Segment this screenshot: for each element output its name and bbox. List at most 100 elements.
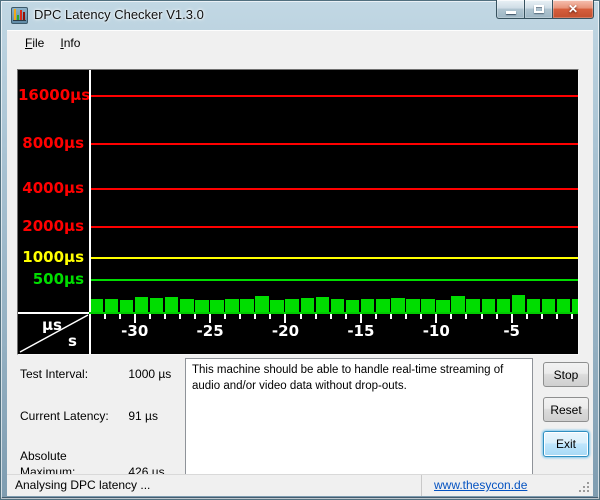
x-axis-tick-label: -30 [121,322,148,340]
plot-area [91,70,578,312]
info-row-absolute-maximum: Absolute Maximum: 426 µs [20,448,165,464]
icon-bar-red [20,10,22,20]
x-axis-tick-label: -15 [347,322,374,340]
x-minor-tick [526,314,528,319]
menu-info[interactable]: Info [52,33,88,53]
minimize-icon [506,11,516,14]
icon-bar-orange [14,9,16,20]
titlebar[interactable]: DPC Latency Checker V1.3.0 ✕ [0,0,600,30]
x-minor-tick [450,314,452,319]
stop-button[interactable]: Stop [543,362,589,387]
icon-bar-darkred [23,12,25,20]
latency-bar [210,300,224,312]
y-gridline [91,257,578,259]
x-minor-tick [330,314,332,319]
minimize-button[interactable] [496,0,525,19]
close-button[interactable]: ✕ [553,0,594,19]
latency-bar [165,297,179,312]
latency-bar [376,299,390,312]
current-latency-value: 91 µs [128,409,158,423]
latency-bar [391,298,405,312]
y-gridline [91,226,578,228]
x-minor-tick [315,314,317,319]
status-link-panel: www.thesycon.de [421,475,527,496]
thesycon-link[interactable]: www.thesycon.de [434,478,527,492]
app-window: DPC Latency Checker V1.3.0 ✕ File Info 1… [0,0,600,500]
x-minor-tick [571,314,573,319]
latency-bar [542,299,556,312]
latency-bar [331,299,345,312]
y-gridline [91,95,578,97]
latency-bar [135,297,149,312]
info-row-test-interval: Test Interval: 1000 µs [20,366,171,382]
x-axis-tick-label: -5 [503,322,520,340]
x-minor-tick [179,314,181,319]
x-minor-tick [465,314,467,319]
latency-bar [406,299,420,312]
x-minor-tick [541,314,543,319]
maximize-button[interactable] [525,0,553,19]
y-gridline [91,188,578,190]
latency-bar [557,299,571,312]
x-minor-tick [104,314,106,319]
latency-bar [255,296,269,312]
y-axis-tick-label: 500µs [18,270,84,288]
current-latency-label: Current Latency: [20,408,125,424]
x-axis-baseline [89,312,578,314]
test-interval-label: Test Interval: [20,366,125,382]
x-minor-tick [345,314,347,319]
reset-button[interactable]: Reset [543,397,589,422]
x-minor-tick [254,314,256,319]
x-minor-tick [119,314,121,319]
x-unit-label: s [68,332,77,350]
x-minor-tick [420,314,422,319]
app-icon [11,7,28,24]
menu-bar: File Info [7,32,593,54]
latency-bar [150,298,164,312]
latency-bar [482,299,496,312]
info-row-current-latency: Current Latency: 91 µs [20,408,158,424]
result-textbox[interactable]: This machine should be able to handle re… [185,358,533,475]
client-area: File Info 16000µs8000µs4000µs2000µs1000µ… [7,30,593,495]
latency-bar [285,299,299,312]
status-text: Analysing DPC latency ... [15,475,150,496]
resize-grip-icon[interactable] [577,480,589,492]
latency-bar [270,300,284,312]
latency-bar [346,300,360,312]
y-gridline [91,279,578,281]
x-axis-tick-label: -25 [197,322,224,340]
y-gridline [91,143,578,145]
x-minor-tick [481,314,483,319]
latency-bar [120,300,134,312]
close-icon: ✕ [568,1,578,18]
x-minor-tick [390,314,392,319]
latency-bar [225,299,239,312]
latency-bar [361,299,375,312]
menu-file[interactable]: File [17,33,52,53]
latency-bar [451,296,465,312]
latency-bar [497,299,511,312]
x-axis-tick-label: -10 [423,322,450,340]
latency-bar [527,299,541,312]
x-minor-tick [556,314,558,319]
x-minor-tick [224,314,226,319]
test-interval-value: 1000 µs [128,367,171,381]
y-unit-label: µs [42,316,62,334]
x-minor-tick [194,314,196,319]
x-minor-tick [149,314,151,319]
latency-bar [512,295,526,312]
latency-bar [436,300,450,312]
latency-bar [572,299,578,312]
exit-button[interactable]: Exit [543,431,589,457]
latency-bar [316,297,330,312]
maximize-icon [534,5,544,13]
x-minor-tick [300,314,302,319]
y-axis-tick-label: 2000µs [18,217,84,235]
x-axis-tick-label: -20 [272,322,299,340]
y-axis-labels: 16000µs8000µs4000µs2000µs1000µs500µs [18,70,84,312]
window-controls: ✕ [496,0,594,19]
status-bar: Analysing DPC latency ... www.thesycon.d… [7,474,593,496]
y-axis-tick-label: 4000µs [18,179,84,197]
y-axis-tick-label: 16000µs [18,86,84,104]
window-title: DPC Latency Checker V1.3.0 [34,0,204,29]
